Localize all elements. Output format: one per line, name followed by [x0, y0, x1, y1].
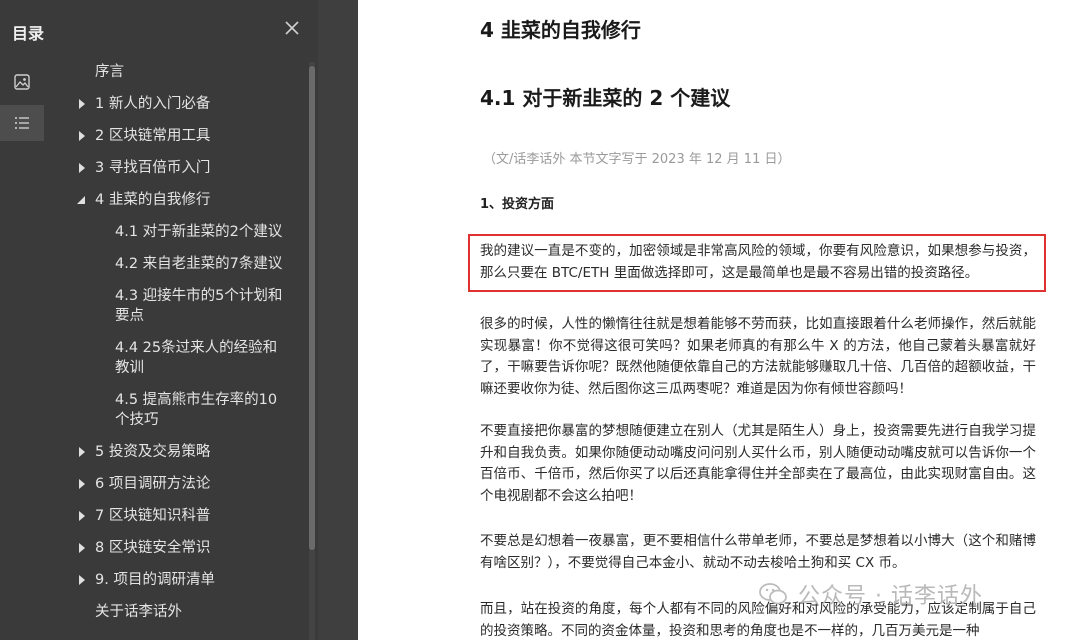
caret-right-icon[interactable]: [76, 538, 88, 558]
paragraph: 我的建议一直是不变的，加密领域是非常高风险的领域，你要有风险意识，如果想参与投资…: [480, 243, 1036, 281]
image-icon: [14, 74, 30, 90]
toc-item-label: 6 项目调研方法论: [95, 476, 211, 492]
paragraph: 很多的时候，人性的懒惰往往就是想着能够不劳而获，比如直接跟着什么老师操作，然后就…: [480, 316, 1036, 397]
toc-item-label: 8 区块链安全常识: [95, 540, 211, 556]
caret-right-icon[interactable]: [76, 474, 88, 494]
toc-subitem-4-1[interactable]: 4.1 对于新韭菜的2个建议: [115, 222, 285, 242]
toc-subitem-4-2[interactable]: 4.2 来自老韭菜的7条建议: [115, 254, 285, 274]
sidebar-title: 目录: [12, 24, 45, 43]
sidebar-scrollbar-thumb[interactable]: [309, 66, 315, 550]
toc-item-label: 7 区块链知识科普: [95, 508, 211, 524]
caret-right-icon[interactable]: [76, 506, 88, 526]
subsection-heading: 1、投资方面: [480, 197, 555, 212]
thumbnail-view-button[interactable]: [0, 64, 44, 100]
document-gutter: [318, 0, 358, 640]
toc-item-label: 1 新人的入门必备: [95, 96, 211, 112]
paragraph: 不要总是幻想着一夜暴富，更不要相信什么带单老师，不要总是梦想着以小博大（这个和赌…: [480, 533, 1036, 571]
document-page: 4 韭菜的自我修行 4.1 对于新韭菜的 2 个建议 （文/话李话外 本节文字写…: [358, 0, 1080, 640]
paragraph: 不要直接把你暴富的梦想随便建立在别人（尤其是陌生人）身上，投资需要先进行自我学习…: [480, 423, 1036, 504]
close-button[interactable]: [280, 16, 304, 40]
toc-item-label: 关于话李话外: [95, 604, 182, 620]
toc-subitem-4-4[interactable]: 4.4 25条过来人的经验和教训: [115, 338, 285, 378]
chapter-title: 4 韭菜的自我修行: [480, 18, 641, 42]
byline: （文/话李话外 本节文字写于 2023 年 12 月 11 日）: [483, 152, 791, 167]
toc-sidebar: 目录 序言 1 新人的入门必备 2 区块链常用工具 3 寻找百倍币入门 4 韭菜…: [0, 0, 318, 640]
section-title: 4.1 对于新韭菜的 2 个建议: [480, 86, 731, 110]
caret-right-icon[interactable]: [76, 442, 88, 462]
list-icon: [15, 117, 29, 129]
toc-subitem-4-5[interactable]: 4.5 提高熊市生存率的10个技巧: [115, 390, 285, 430]
toc-item-label: 9. 项目的调研清单: [95, 572, 215, 588]
close-icon[interactable]: [280, 16, 304, 40]
outline-view-button[interactable]: [0, 105, 44, 141]
caret-right-icon[interactable]: [76, 570, 88, 590]
toc-item-label: 4 韭菜的自我修行: [95, 192, 211, 208]
toc-item-label: 序言: [95, 64, 124, 80]
wechat-icon: [759, 583, 787, 605]
toc-item-label: 5 投资及交易策略: [95, 444, 211, 460]
caret-down-icon[interactable]: [76, 190, 88, 210]
toc-subitem-4-3[interactable]: 4.3 迎接牛市的5个计划和要点: [115, 286, 285, 326]
caret-right-icon[interactable]: [76, 94, 88, 114]
toc-item-label: 2 区块链常用工具: [95, 128, 211, 144]
toc-item-label: 3 寻找百倍币入门: [95, 160, 211, 176]
caret-right-icon[interactable]: [76, 126, 88, 146]
watermark-text: 公众号 · 话李话外: [798, 584, 983, 609]
watermark: 公众号 · 话李话外: [758, 578, 983, 610]
caret-right-icon[interactable]: [76, 158, 88, 178]
